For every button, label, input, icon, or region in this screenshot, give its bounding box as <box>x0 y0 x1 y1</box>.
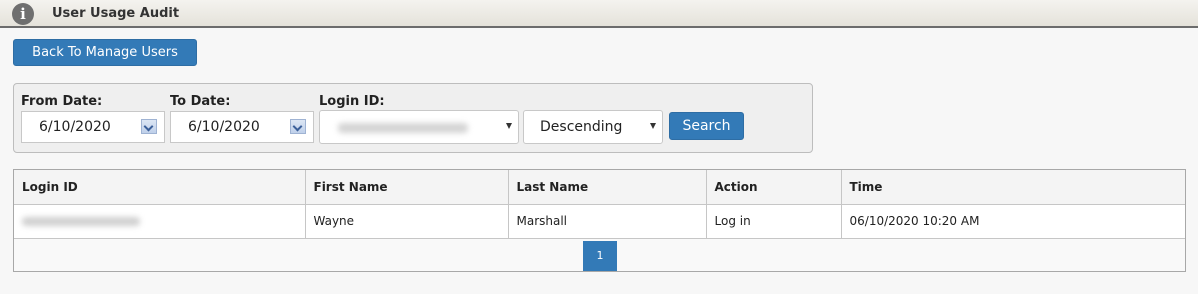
cell-login-id <box>14 204 306 239</box>
page-header: i User Usage Audit <box>0 0 1198 28</box>
cell-last-name: Marshall <box>508 204 707 239</box>
page-button-1[interactable]: 1 <box>583 240 617 271</box>
cell-first-name: Wayne <box>305 204 509 239</box>
column-header-time[interactable]: Time <box>841 170 1185 205</box>
filter-panel: From Date: 6/10/2020 To Date: 6/10/2020 … <box>13 83 813 153</box>
column-header-last-name[interactable]: Last Name <box>508 170 707 205</box>
to-date-value: 6/10/2020 <box>188 119 260 135</box>
chevron-down-icon[interactable] <box>141 119 157 134</box>
chevron-down-icon <box>506 123 512 129</box>
info-icon: i <box>12 3 34 25</box>
page-title: User Usage Audit <box>52 6 180 21</box>
usage-table: Login ID First Name Last Name Action Tim… <box>13 169 1186 272</box>
sort-order-value: Descending <box>540 119 623 135</box>
from-date-value: 6/10/2020 <box>39 119 111 135</box>
column-header-first-name[interactable]: First Name <box>305 170 509 205</box>
to-date-label: To Date: <box>170 94 231 109</box>
login-id-label: Login ID: <box>319 94 385 109</box>
cell-time: 06/10/2020 10:20 AM <box>841 204 1185 239</box>
column-header-login-id[interactable]: Login ID <box>14 170 306 205</box>
pagination: 1 <box>14 239 1185 272</box>
chevron-down-icon[interactable] <box>290 119 306 134</box>
from-date-label: From Date: <box>21 94 103 109</box>
chevron-down-icon <box>650 123 656 129</box>
sort-order-select[interactable]: Descending <box>523 110 663 144</box>
login-id-select[interactable] <box>319 110 519 144</box>
back-to-manage-users-button[interactable]: Back To Manage Users <box>13 39 197 66</box>
cell-action: Log in <box>706 204 842 239</box>
table-header-row: Login ID First Name Last Name Action Tim… <box>14 170 1185 205</box>
login-id-blurred-value <box>338 123 468 133</box>
to-date-field[interactable]: 6/10/2020 <box>170 111 314 143</box>
from-date-field[interactable]: 6/10/2020 <box>21 111 165 143</box>
column-header-action[interactable]: Action <box>706 170 842 205</box>
table-row[interactable]: Wayne Marshall Log in 06/10/2020 10:20 A… <box>14 204 1185 239</box>
search-button[interactable]: Search <box>669 112 744 140</box>
login-id-blurred-value <box>22 217 140 226</box>
